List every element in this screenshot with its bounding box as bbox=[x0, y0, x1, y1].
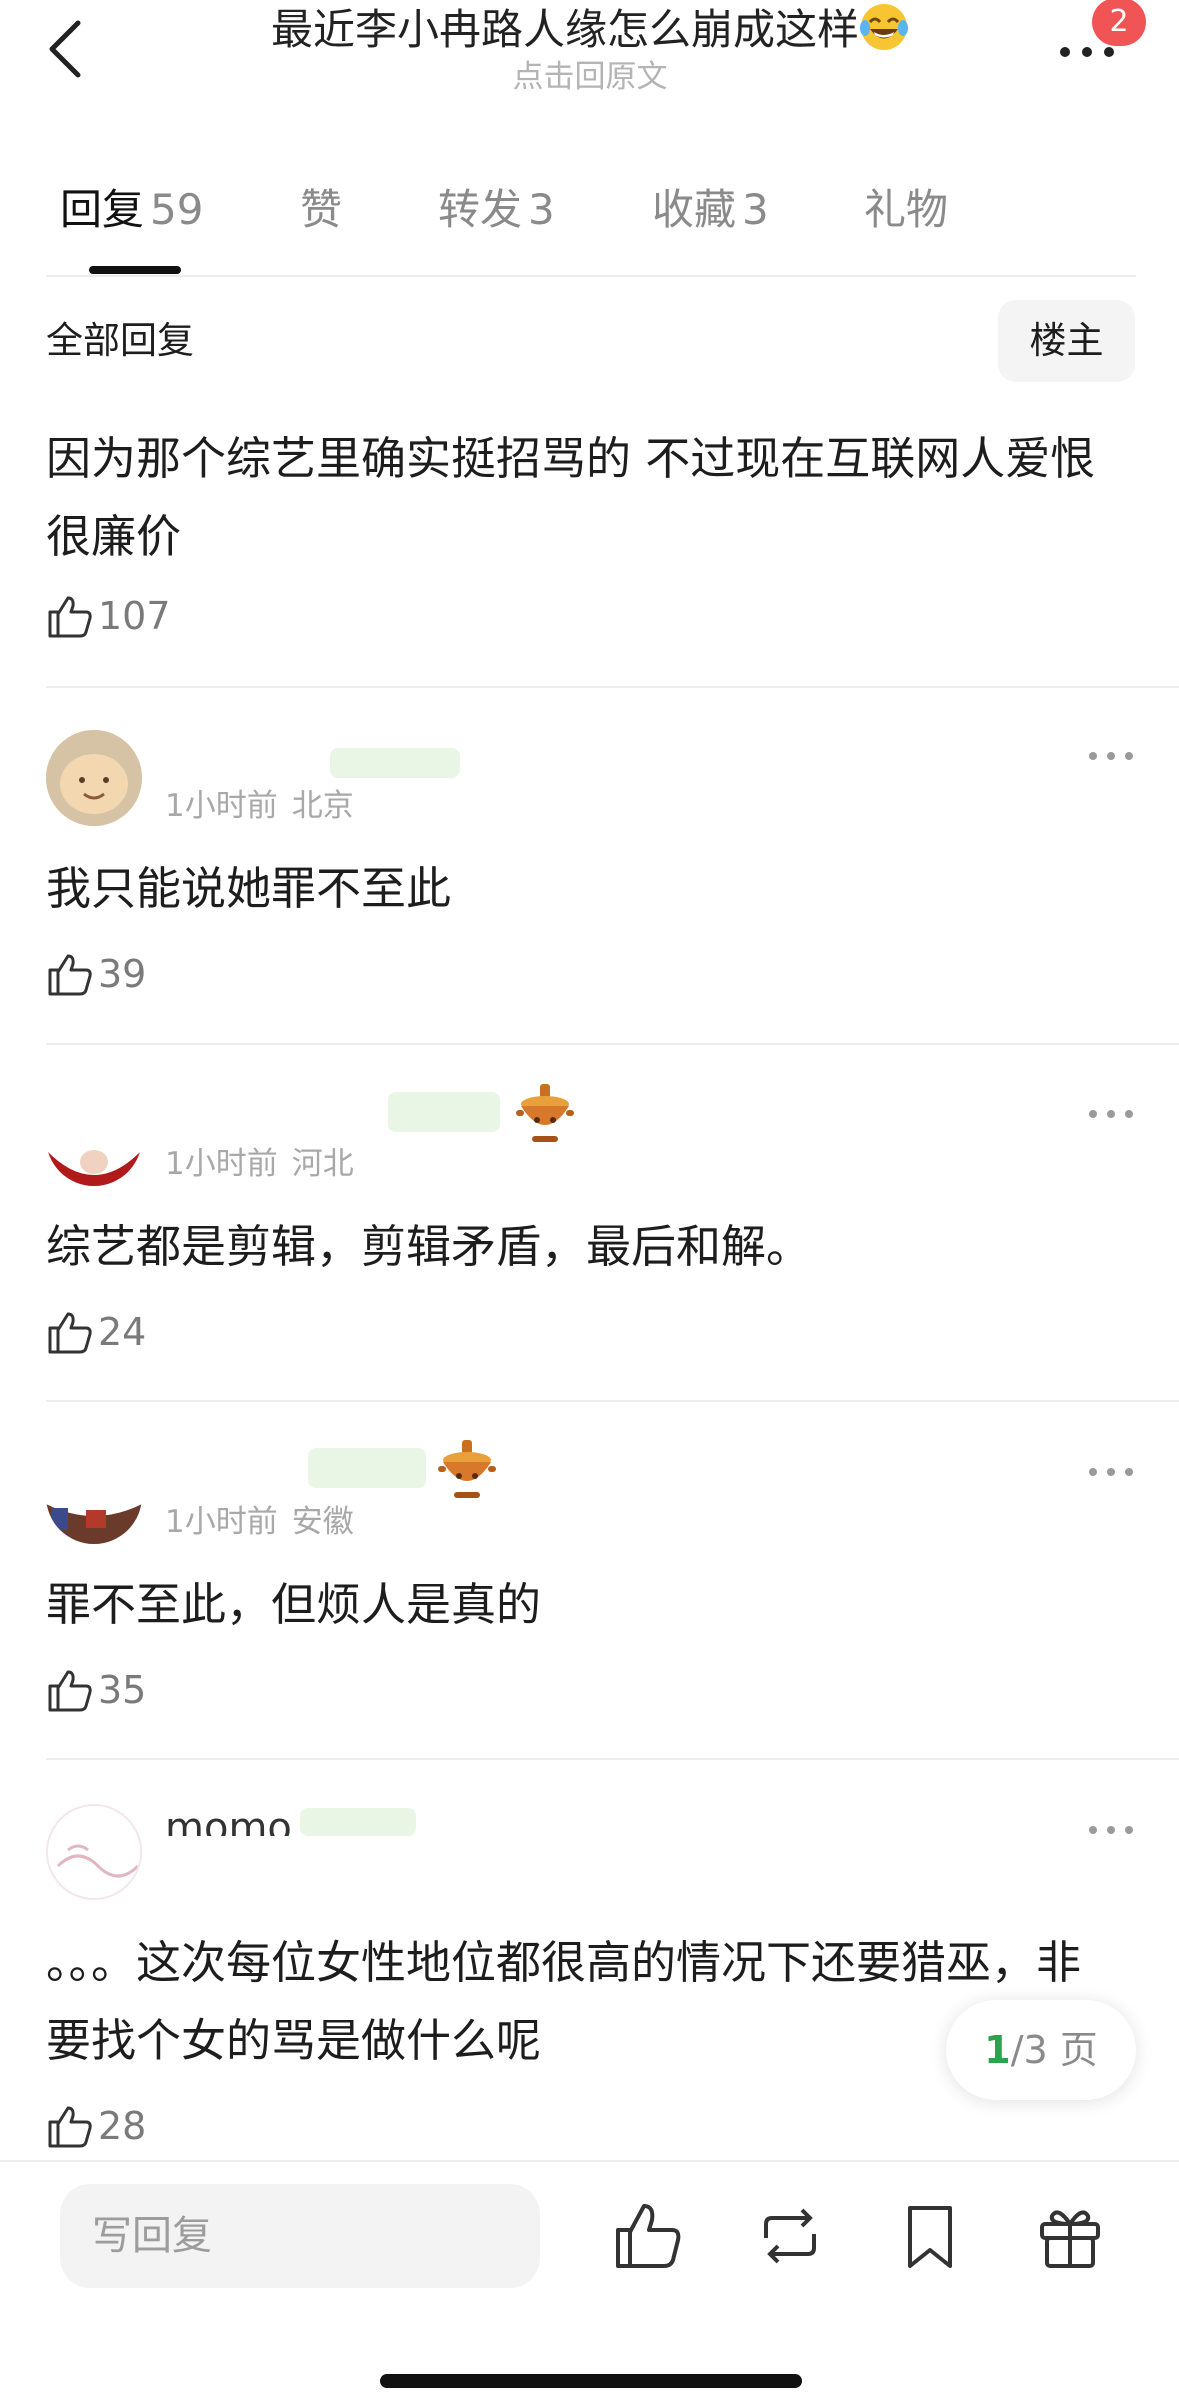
tab-count: 3 bbox=[742, 185, 769, 234]
op-like-button[interactable]: 107 bbox=[46, 586, 171, 646]
comment-more-icon[interactable] bbox=[1086, 1822, 1136, 1842]
comment-more-icon[interactable] bbox=[1086, 1464, 1136, 1484]
comment-text: 我只能说她罪不至此 bbox=[46, 862, 452, 915]
like-count: 24 bbox=[98, 1310, 147, 1354]
hotpot-medal-icon bbox=[516, 1084, 574, 1142]
avatar[interactable] bbox=[46, 1804, 142, 1900]
bookmark-icon[interactable] bbox=[892, 2198, 968, 2274]
avatar-image-icon bbox=[46, 1090, 142, 1186]
write-reply-input[interactable]: 写回复 bbox=[60, 2184, 540, 2288]
comment-meta: 1小时前 北京 bbox=[165, 786, 354, 826]
post-tabs: 回复 59 赞 转发 3 收藏 3 礼物 bbox=[0, 170, 1179, 280]
avatar-face-icon bbox=[46, 730, 142, 826]
like-thumbs-up-icon[interactable] bbox=[610, 2198, 686, 2274]
tab-label: 收藏 bbox=[652, 185, 737, 234]
active-tab-indicator bbox=[89, 266, 181, 274]
all-replies-heading: 全部回复 bbox=[46, 319, 194, 362]
gift-icon[interactable] bbox=[1032, 2198, 1108, 2274]
comment-time: 1小时前 bbox=[165, 788, 278, 824]
page-indicator-button[interactable]: 1/3 页 bbox=[946, 2000, 1136, 2100]
comment-more-icon[interactable] bbox=[1086, 748, 1136, 768]
bottom-action-bar: 写回复 bbox=[0, 2160, 1179, 2406]
tab-replies[interactable]: 回复 59 bbox=[60, 180, 203, 240]
post-title: 最近李小冉路人缘怎么崩成这样 bbox=[180, 0, 1000, 60]
home-indicator bbox=[380, 2374, 802, 2388]
tab-label: 回复 bbox=[60, 185, 145, 234]
like-count: 39 bbox=[98, 952, 147, 996]
tab-favorites[interactable]: 收藏 3 bbox=[652, 180, 769, 240]
comment-like-button[interactable]: 39 bbox=[46, 944, 146, 1004]
avatar-image-icon bbox=[46, 1448, 142, 1544]
comment-divider bbox=[46, 686, 1179, 688]
like-count: 28 bbox=[98, 2104, 147, 2148]
thumbs-up-icon bbox=[48, 1312, 92, 1354]
post-title-text: 最近李小冉路人缘怎么崩成这样 bbox=[270, 5, 859, 54]
comment-more-icon[interactable] bbox=[1086, 1106, 1136, 1126]
top-nav-bar: 最近李小冉路人缘怎么崩成这样 点击回原文 2 bbox=[0, 0, 1179, 140]
comment-time: 1小时前 bbox=[165, 1504, 278, 1540]
tab-label: 转发 bbox=[438, 185, 523, 234]
comment-location: 河北 bbox=[291, 1146, 354, 1182]
like-count: 107 bbox=[98, 594, 171, 638]
tab-likes[interactable]: 赞 bbox=[300, 180, 342, 240]
back-button[interactable] bbox=[40, 14, 90, 84]
tab-count: 3 bbox=[528, 185, 555, 234]
tab-gifts[interactable]: 礼物 bbox=[864, 180, 948, 240]
tab-label: 赞 bbox=[300, 185, 343, 234]
comment-like-button[interactable]: 35 bbox=[46, 1660, 146, 1720]
comment-location: 安徽 bbox=[291, 1504, 354, 1540]
comment-like-button[interactable]: 28 bbox=[46, 2096, 146, 2156]
user-tag bbox=[388, 1092, 500, 1132]
avatar[interactable] bbox=[46, 730, 142, 826]
back-to-original-link[interactable]: 点击回原文 bbox=[180, 60, 1000, 94]
notification-badge: 2 bbox=[1092, 0, 1146, 46]
page-total: /3 页 bbox=[1010, 2028, 1098, 2072]
comment-meta: 1小时前 河北 bbox=[165, 1144, 354, 1184]
user-tag bbox=[308, 1448, 426, 1488]
current-page: 1 bbox=[984, 2028, 1011, 2072]
like-count: 35 bbox=[98, 1668, 147, 1712]
chevron-left-icon bbox=[49, 20, 81, 78]
avatar-image-icon bbox=[48, 1806, 140, 1898]
thumbs-up-icon bbox=[48, 596, 92, 638]
thumbs-up-icon bbox=[48, 1670, 92, 1712]
comment-divider bbox=[46, 1400, 1179, 1402]
tab-label: 礼物 bbox=[864, 185, 949, 234]
tabs-divider bbox=[46, 275, 1136, 277]
thumbs-up-icon bbox=[48, 954, 92, 996]
avatar[interactable] bbox=[46, 1090, 142, 1186]
laughing-tears-emoji-icon bbox=[860, 4, 908, 50]
op-comment-text: 因为那个综艺里确实挺招骂的 不过现在互联网人爱恨很廉价 bbox=[46, 432, 1096, 563]
commenter-name[interactable]: momo bbox=[165, 1808, 292, 1836]
comment-divider bbox=[46, 1043, 1179, 1045]
comment-text: 综艺都是剪辑，剪辑矛盾，最后和解。 bbox=[46, 1220, 812, 1273]
comment-text: 罪不至此，但烦人是真的 bbox=[46, 1578, 542, 1631]
comment-like-button[interactable]: 24 bbox=[46, 1302, 146, 1362]
op-only-filter-button[interactable]: 楼主 bbox=[998, 300, 1135, 382]
avatar[interactable] bbox=[46, 1448, 142, 1544]
user-tag bbox=[330, 748, 460, 778]
comment-meta: 1小时前 安徽 bbox=[165, 1502, 354, 1542]
repost-icon[interactable] bbox=[752, 2198, 828, 2274]
comment-divider bbox=[46, 1758, 1179, 1760]
tab-count: 59 bbox=[150, 185, 204, 234]
comment-location: 北京 bbox=[291, 788, 354, 824]
user-tag bbox=[300, 1808, 416, 1836]
tab-reposts[interactable]: 转发 3 bbox=[438, 180, 555, 240]
hotpot-medal-icon bbox=[438, 1440, 496, 1498]
post-title-area[interactable]: 最近李小冉路人缘怎么崩成这样 点击回原文 bbox=[180, 0, 1000, 94]
thumbs-up-icon bbox=[48, 2106, 92, 2148]
comment-time: 1小时前 bbox=[165, 1146, 278, 1182]
